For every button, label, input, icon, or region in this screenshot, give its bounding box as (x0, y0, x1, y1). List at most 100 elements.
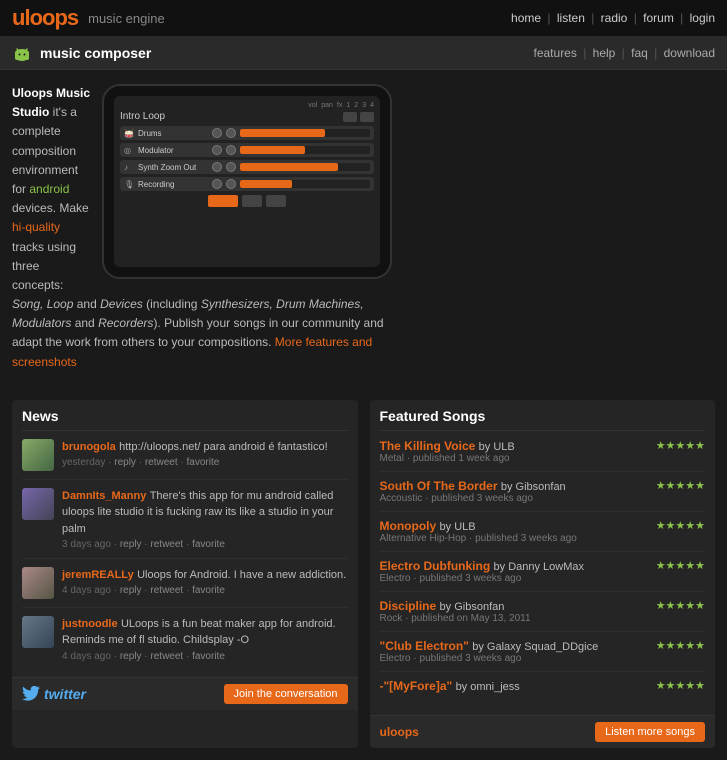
song-title[interactable]: -"[MyFore]a" (380, 679, 453, 693)
song-info: Electro Dubfunking by Danny LowMax Elect… (380, 559, 585, 584)
track-row-recording: 🎙 Recording (120, 177, 374, 191)
track-knob-rec-1[interactable] (212, 179, 222, 189)
subnav-download[interactable]: download (664, 46, 715, 60)
reply-link[interactable]: reply (120, 651, 142, 662)
song-title[interactable]: "Club Electron" (380, 639, 469, 653)
retweet-link[interactable]: retweet (145, 457, 178, 468)
logo-subtitle: music engine (88, 11, 165, 26)
reply-link[interactable]: reply (120, 585, 142, 596)
nav-login[interactable]: login (690, 11, 715, 25)
screen-header: Intro Loop (120, 111, 374, 122)
list-item: brunogola http://uloops.net/ para androi… (22, 439, 348, 480)
track-row-synth: ♪ Synth Zoom Out (120, 160, 374, 174)
nav-listen[interactable]: listen (557, 11, 585, 25)
retweet-link[interactable]: retweet (150, 651, 183, 662)
intro-text-2: devices. Make (12, 201, 89, 215)
subnav-faq[interactable]: faq (631, 46, 648, 60)
news-title: News (22, 408, 348, 431)
song-title[interactable]: Electro Dubfunking (380, 559, 491, 573)
song-artist: by ULB (479, 441, 515, 453)
song-meta: Metal · published 1 week ago (380, 453, 515, 464)
uloops-logo-small: uloops (380, 725, 419, 739)
nav-forum[interactable]: forum (643, 11, 674, 25)
fav-link[interactable]: favorite (192, 539, 225, 550)
song-title[interactable]: The Killing Voice (380, 439, 476, 453)
avatar (22, 616, 54, 648)
nav-home[interactable]: home (511, 11, 541, 25)
fx-label: fx (337, 102, 342, 109)
ctrl-btn-1[interactable] (343, 112, 357, 122)
list-item: Monopoly by ULB Alternative Hip-Hop · pu… (380, 519, 706, 552)
list-item: Discipline by Gibsonfan Rock · published… (380, 599, 706, 632)
track-knob-1[interactable] (212, 128, 222, 138)
sub-navigation: music composer features | help | faq | d… (0, 36, 727, 70)
track-bar-synth (240, 163, 370, 171)
retweet-link[interactable]: retweet (150, 585, 183, 596)
news-list: brunogola http://uloops.net/ para androi… (22, 439, 348, 669)
news-username: jeremREALLy (62, 569, 134, 581)
song-stars: ★★★★★ (656, 559, 705, 572)
hiquality-text: hi-quality (12, 220, 60, 234)
track-knob-mod-2[interactable] (226, 145, 236, 155)
main-intro-area: vol pan fx 1 2 3 4 Intro Loop (0, 70, 727, 400)
fav-link[interactable]: favorite (187, 457, 220, 468)
reply-link[interactable]: reply (114, 457, 136, 468)
logo-u: u (12, 5, 24, 30)
track-knob-2[interactable] (226, 128, 236, 138)
track-knob-rec-2[interactable] (226, 179, 236, 189)
track-bar-fill-modulator (240, 146, 305, 154)
subnav-help[interactable]: help (593, 46, 616, 60)
song-title[interactable]: Monopoly (380, 519, 437, 533)
retweet-link[interactable]: retweet (150, 539, 183, 550)
listen-more-button[interactable]: Listen more songs (595, 722, 705, 742)
track-bar-recording (240, 180, 370, 188)
nav-radio[interactable]: radio (601, 11, 628, 25)
ctrl-btn-2[interactable] (360, 112, 374, 122)
news-inner: News brunogola http://uloops.net/ para a… (12, 400, 358, 677)
news-actions: 4 days ago · reply · retweet · favorite (62, 585, 346, 596)
track-bar-drums (240, 129, 370, 137)
track-knob-mod-1[interactable] (212, 145, 222, 155)
logo-loops-small: loops (387, 725, 419, 739)
subnav-features[interactable]: features (534, 46, 577, 60)
news-username: brunogola (62, 441, 116, 453)
song-title[interactable]: Discipline (380, 599, 437, 613)
sub-nav-title: music composer (40, 45, 151, 61)
fav-link[interactable]: favorite (192, 585, 225, 596)
list-item: "Club Electron" by Galaxy Squad_DDgice E… (380, 639, 706, 672)
screen-vol-labels: vol pan fx 1 2 3 4 (120, 102, 374, 109)
list-item: justnoodle ULoops is a fun beat maker ap… (22, 616, 348, 669)
screen-title: Intro Loop (120, 111, 165, 122)
pan-label: pan (321, 102, 333, 109)
ch3-label: 3 (362, 102, 366, 109)
logo-area: uloops music engine (12, 5, 165, 31)
stop-btn[interactable] (242, 195, 262, 207)
logo-loops: loops (24, 5, 78, 30)
track-name-recording: Recording (138, 180, 208, 189)
song-title[interactable]: South Of The Border (380, 479, 498, 493)
fav-link[interactable]: favorite (192, 651, 225, 662)
avatar-img (22, 567, 54, 599)
song-meta: Rock · published on May 13, 2011 (380, 613, 531, 624)
news-body: jeremREALLy Uloops for Android. I have a… (62, 567, 346, 599)
track-knob-synth-1[interactable] (212, 162, 222, 172)
avatar-img (22, 488, 54, 520)
play-btn[interactable] (208, 195, 238, 207)
song-meta: Electro · published 3 weeks ago (380, 573, 585, 584)
song-stars: ★★★★★ (656, 479, 705, 492)
song-info: South Of The Border by Gibsonfan Accoust… (380, 479, 566, 504)
track-knob-synth-2[interactable] (226, 162, 236, 172)
song-artist: by Galaxy Squad_DDgice (472, 641, 598, 653)
site-logo[interactable]: uloops (12, 5, 78, 31)
list-item: The Killing Voice by ULB Metal · publish… (380, 439, 706, 472)
news-actions: yesterday · reply · retweet · favorite (62, 457, 328, 468)
track-name-modulator: Modulator (138, 146, 208, 155)
intro-column: vol pan fx 1 2 3 4 Intro Loop (12, 84, 392, 386)
ch4-label: 4 (370, 102, 374, 109)
list-item: Electro Dubfunking by Danny LowMax Elect… (380, 559, 706, 592)
reply-link[interactable]: reply (120, 539, 142, 550)
song-info: "Club Electron" by Galaxy Squad_DDgice E… (380, 639, 599, 664)
join-conversation-button[interactable]: Join the conversation (224, 684, 348, 704)
rec-btn[interactable] (266, 195, 286, 207)
track-icon-mod: ◎ (124, 146, 134, 155)
